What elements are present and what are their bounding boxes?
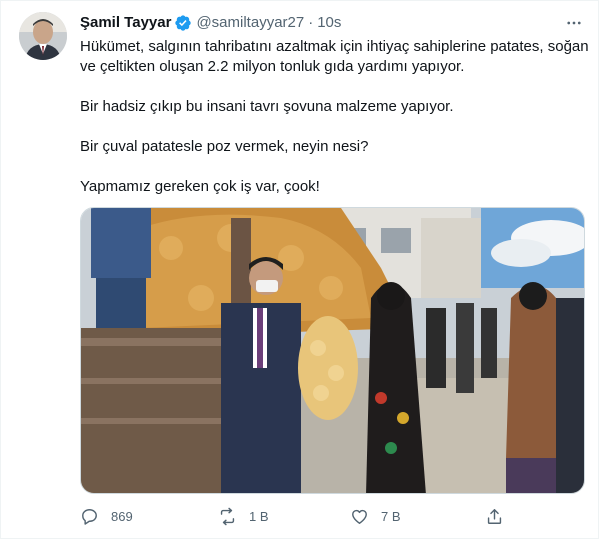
avatar[interactable] [19,12,67,60]
author-handle[interactable]: @samiltayyar27 [196,13,304,33]
more-icon[interactable] [564,13,584,33]
tweet-text: Hükümet, salgının tahribatını azaltmak i… [80,37,590,197]
tweet-paragraph: Bir çuval patatesle poz vermek, neyin ne… [80,138,369,155]
tweet-paragraph: Hükümet, salgının tahribatını azaltmak i… [80,38,589,75]
reply-button[interactable]: 869 [80,507,133,526]
heart-icon [352,509,367,524]
author-name[interactable]: Şamil Tayyar [80,13,171,33]
retweet-count: 1 B [249,508,269,524]
separator-dot: · [308,14,314,31]
retweet-button[interactable]: 1 B [218,507,269,526]
tweet-photo[interactable] [80,207,585,494]
tweet-card[interactable]: Şamil Tayyar @samiltayyar27 · 10s Hüküme… [0,0,599,539]
retweet-icon [220,507,235,525]
tweet-paragraph: Yapmamız gereken çok iş var, çook! [80,178,320,195]
reply-icon [82,508,97,525]
share-icon [487,508,502,524]
tweet-header: Şamil Tayyar @samiltayyar27 · 10s [80,13,582,33]
tweet-paragraph: Bir hadsiz çıkıp bu insani tavrı şovuna … [80,98,454,115]
share-button[interactable] [485,507,504,526]
reply-count: 869 [111,508,133,524]
like-count: 7 B [381,508,401,524]
like-button[interactable]: 7 B [350,507,401,526]
tweet-timestamp[interactable]: 10s [317,13,341,33]
tweet-actions: 869 1 B 7 B [80,504,540,528]
verified-badge-icon [174,14,192,32]
